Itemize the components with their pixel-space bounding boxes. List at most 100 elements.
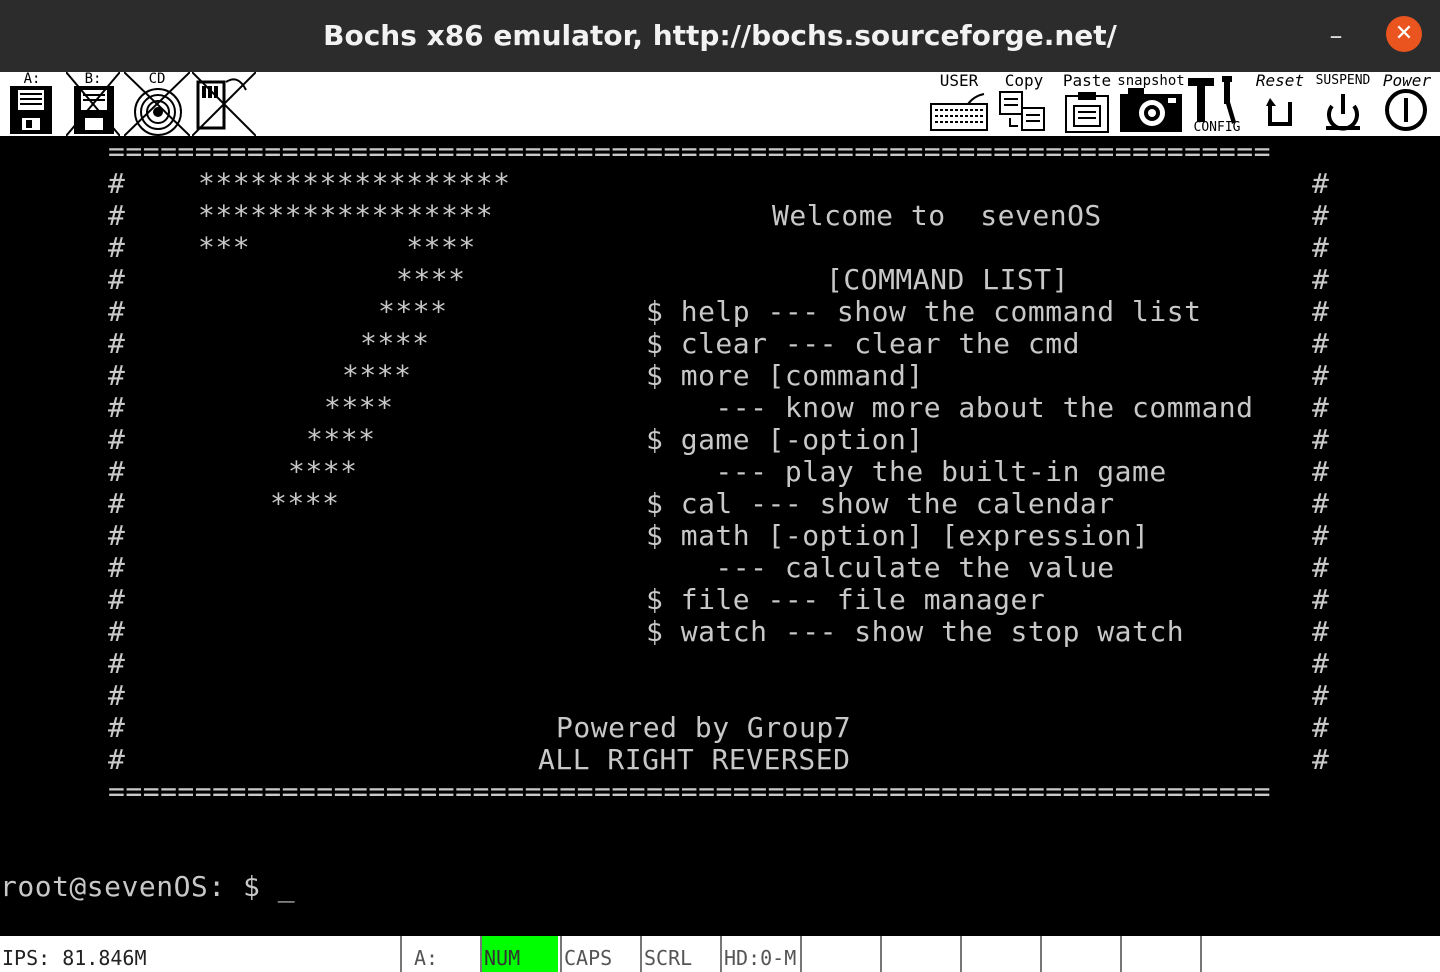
num-lock-indicator: NUM: [482, 936, 558, 972]
right-border: #: [1312, 167, 1330, 200]
left-border: #: [108, 231, 126, 264]
command-line: $ more [command]: [646, 359, 924, 392]
right-border: #: [1312, 455, 1330, 488]
power-icon: [1385, 89, 1427, 131]
left-border: #: [108, 583, 126, 616]
command-line: --- calculate the value: [646, 551, 1115, 584]
command-line: --- play the built-in game: [646, 455, 1167, 488]
user-keyboard-button[interactable]: USER: [928, 72, 990, 136]
border-bottom: ========================================…: [108, 775, 1271, 808]
status-divider: [880, 936, 882, 972]
logo-line: ****: [306, 423, 376, 456]
left-border: #: [108, 263, 126, 296]
logo-line: ****: [342, 359, 412, 392]
reset-icon: [1266, 98, 1292, 126]
caps-lock-indicator: CAPS: [564, 946, 613, 970]
close-button[interactable]: ✕: [1386, 16, 1422, 52]
right-border: #: [1312, 711, 1330, 744]
border-top: ========================================…: [108, 135, 1271, 168]
floppy-status: A:: [414, 946, 439, 970]
logo-line: ****: [324, 391, 394, 424]
logo-line: ******************: [198, 167, 511, 200]
command-line: $ watch --- show the stop watch: [646, 615, 1185, 648]
suspend-button[interactable]: SUSPEND: [1310, 72, 1376, 136]
status-divider: [960, 936, 962, 972]
config-label: CONFIG: [1193, 120, 1241, 135]
status-divider: [1040, 936, 1042, 972]
left-border: #: [108, 519, 126, 552]
snapshot-button[interactable]: snapshot: [1116, 72, 1186, 136]
config-button[interactable]: CONFIG: [1186, 72, 1248, 136]
welcome-text: Welcome to sevenOS: [772, 199, 1102, 232]
status-divider: [400, 936, 402, 972]
emulator-screen[interactable]: ========================================…: [0, 136, 1440, 936]
command-line: --- know more about the command: [646, 391, 1254, 424]
left-border: #: [108, 423, 126, 456]
right-border: #: [1312, 231, 1330, 264]
command-line: $ cal --- show the calendar: [646, 487, 1115, 520]
command-line: $ clear --- clear the cmd: [646, 327, 1080, 360]
floppy-b-icon: [66, 72, 120, 136]
left-border: #: [108, 487, 126, 520]
logo-line: ****: [360, 327, 430, 360]
floppy-b-button[interactable]: B:: [66, 72, 120, 136]
powered-by-text: Powered by Group7: [556, 711, 852, 744]
right-border: #: [1312, 295, 1330, 328]
command-line: $ math [-option] [expression]: [646, 519, 1150, 552]
right-border: #: [1312, 327, 1330, 360]
command-line: $ game [-option]: [646, 423, 924, 456]
reset-button[interactable]: Reset: [1250, 72, 1310, 136]
minimize-button[interactable]: –: [1318, 18, 1354, 54]
usb-icon: [192, 72, 256, 136]
right-border: #: [1312, 519, 1330, 552]
hd-indicator: HD:0-M: [724, 946, 797, 970]
right-border: #: [1312, 647, 1330, 680]
paste-button[interactable]: Paste: [1060, 72, 1114, 136]
ips-readout: IPS: 81.846M: [2, 946, 147, 970]
right-border: #: [1312, 615, 1330, 648]
suspend-icon: [1326, 94, 1360, 131]
left-border: #: [108, 551, 126, 584]
floppy-a-button[interactable]: A:: [8, 72, 56, 136]
status-divider: [1120, 936, 1122, 972]
command-line: $ file --- file manager: [646, 583, 1046, 616]
rights-text: ALL RIGHT REVERSED: [538, 743, 851, 776]
logo-line: *** ****: [198, 231, 476, 264]
logo-line: ****: [270, 487, 340, 520]
logo-line: *****************: [198, 199, 494, 232]
right-border: #: [1312, 583, 1330, 616]
right-border: #: [1312, 487, 1330, 520]
logo-line: ****: [396, 263, 466, 296]
window-title: Bochs x86 emulator, http://bochs.sourcef…: [323, 19, 1117, 52]
left-border: #: [108, 647, 126, 680]
floppy-a-icon: [10, 86, 52, 134]
right-border: #: [1312, 679, 1330, 712]
status-divider: [800, 936, 802, 972]
command-list-header: [COMMAND LIST]: [826, 263, 1070, 296]
window-titlebar: Bochs x86 emulator, http://bochs.sourcef…: [0, 0, 1440, 72]
right-border: #: [1312, 199, 1330, 232]
copy-button[interactable]: Copy: [996, 72, 1052, 136]
left-border: #: [108, 199, 126, 232]
right-border: #: [1312, 263, 1330, 296]
right-border: #: [1312, 743, 1330, 776]
emulator-toolbar: A: B: CD USER Copy Paste snapshot CONFIG…: [0, 72, 1440, 136]
left-border: #: [108, 743, 126, 776]
paste-icon: [1065, 92, 1109, 133]
left-border: #: [108, 295, 126, 328]
usb-button[interactable]: [192, 72, 256, 136]
right-border: #: [1312, 551, 1330, 584]
right-border: #: [1312, 391, 1330, 424]
logo-line: ****: [288, 455, 358, 488]
shell-prompt[interactable]: root@sevenOS: $ _: [0, 871, 295, 903]
power-button[interactable]: Power: [1376, 72, 1438, 136]
status-divider: [1200, 936, 1202, 972]
status-bar: IPS: 81.846M A: NUM CAPS SCRL HD:0-M: [0, 936, 1440, 972]
right-border: #: [1312, 423, 1330, 456]
right-border: #: [1312, 359, 1330, 392]
cdrom-button[interactable]: CD: [124, 72, 190, 136]
left-border: #: [108, 615, 126, 648]
scroll-lock-indicator: SCRL: [644, 946, 693, 970]
left-border: #: [108, 711, 126, 744]
keyboard-icon: [930, 93, 988, 131]
